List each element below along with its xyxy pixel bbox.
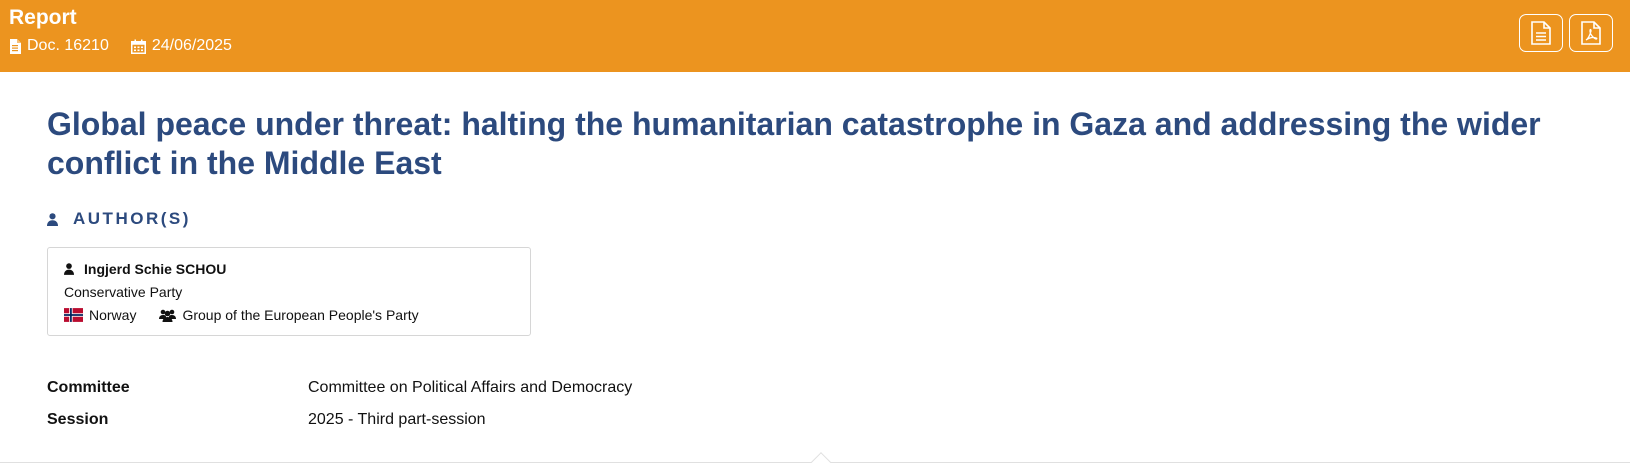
author-group-text: Group of the European People's Party — [182, 307, 419, 323]
header-actions — [1513, 14, 1613, 52]
author-affiliation: Norway Group of the European People's Pa… — [64, 307, 514, 323]
doc-number: Doc. 16210 — [9, 37, 109, 55]
author-name-text: Ingjerd Schie SCHOU — [84, 261, 227, 277]
doc-number-text: Doc. 16210 — [27, 37, 109, 54]
committee-value[interactable]: Committee on Political Affairs and Democ… — [308, 379, 632, 397]
session-value: 2025 - Third part-session — [308, 411, 486, 428]
doc-date-text: 24/06/2025 — [151, 37, 232, 54]
users-icon — [159, 309, 177, 322]
author-name[interactable]: Ingjerd Schie SCHOU — [64, 261, 514, 277]
author-party: Conservative Party — [64, 284, 183, 300]
user-icon — [47, 212, 58, 226]
calendar-icon — [130, 39, 146, 54]
document-icon — [1531, 21, 1551, 45]
author-group[interactable]: Group of the European People's Party — [159, 307, 419, 323]
page-title: Global peace under threat: halting the h… — [47, 106, 1541, 181]
session-row: Session 2025 - Third part-session — [47, 404, 632, 436]
norway-flag-icon — [64, 308, 83, 322]
report-info: Committee Committee on Political Affairs… — [47, 372, 632, 436]
committee-label: Committee — [47, 379, 130, 396]
download-pdf-button[interactable] — [1569, 14, 1613, 52]
authors-heading-text: AUTHOR(S) — [73, 209, 191, 228]
divider-notch — [811, 452, 831, 472]
session-label: Session — [47, 411, 109, 428]
view-document-button[interactable] — [1519, 14, 1563, 52]
doc-date: 24/06/2025 — [130, 37, 232, 55]
author-card[interactable]: Ingjerd Schie SCHOU Conservative Party N… — [47, 247, 531, 336]
authors-heading: AUTHOR(S) — [47, 209, 191, 229]
pdf-icon — [1581, 21, 1601, 45]
user-icon — [64, 263, 74, 275]
document-meta: Doc. 16210 24/06/2025 — [9, 37, 254, 55]
committee-row: Committee Committee on Political Affairs… — [47, 372, 632, 404]
document-type: Report — [9, 6, 77, 29]
file-icon — [10, 38, 21, 54]
report-header: Report Doc. 16210 24/06/2025 — [0, 0, 1630, 72]
author-country: Norway — [89, 307, 137, 323]
